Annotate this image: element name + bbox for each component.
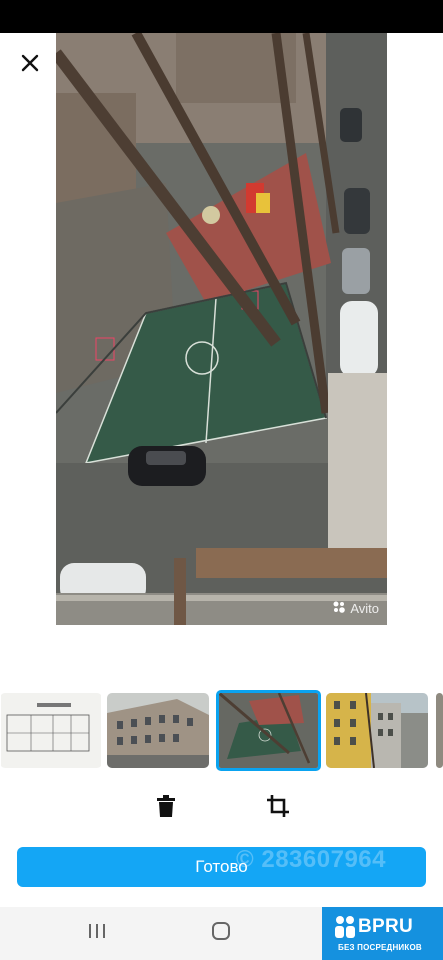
watermark-text: Avito	[350, 601, 379, 616]
court-photo	[56, 33, 387, 625]
crop-button[interactable]	[262, 792, 294, 824]
trash-icon	[156, 794, 176, 822]
thumbnail-yellow-building[interactable]	[326, 693, 428, 768]
close-button[interactable]	[14, 50, 46, 80]
watermark: Avito	[332, 600, 379, 617]
status-bar	[0, 0, 443, 33]
edit-toolbar	[0, 788, 443, 828]
thumbnail-strip[interactable]	[0, 690, 443, 772]
home-icon	[211, 921, 231, 946]
home-button[interactable]	[203, 919, 239, 947]
done-label: Готово	[195, 857, 248, 876]
recent-apps-icon	[88, 923, 106, 944]
brand-badge: BPRU БЕЗ ПОСРЕДНИКОВ	[322, 907, 443, 960]
brand-name: BPRU	[358, 916, 414, 937]
photo-viewer[interactable]: Avito	[56, 33, 387, 625]
recent-apps-button[interactable]	[79, 919, 115, 947]
delete-button[interactable]	[150, 792, 182, 824]
thumbnail-partial[interactable]	[436, 693, 443, 768]
done-button[interactable]: Готово	[17, 847, 426, 887]
brand-tagline: БЕЗ ПОСРЕДНИКОВ	[338, 943, 422, 952]
crop-icon	[266, 794, 290, 823]
thumbnail-sports-court[interactable]	[216, 690, 321, 771]
people-logo-icon	[334, 915, 356, 944]
avito-logo-icon	[332, 600, 346, 617]
thumbnail-building-facade[interactable]	[107, 693, 209, 768]
thumbnail-floor-plan[interactable]	[0, 693, 102, 768]
close-icon	[21, 54, 39, 77]
